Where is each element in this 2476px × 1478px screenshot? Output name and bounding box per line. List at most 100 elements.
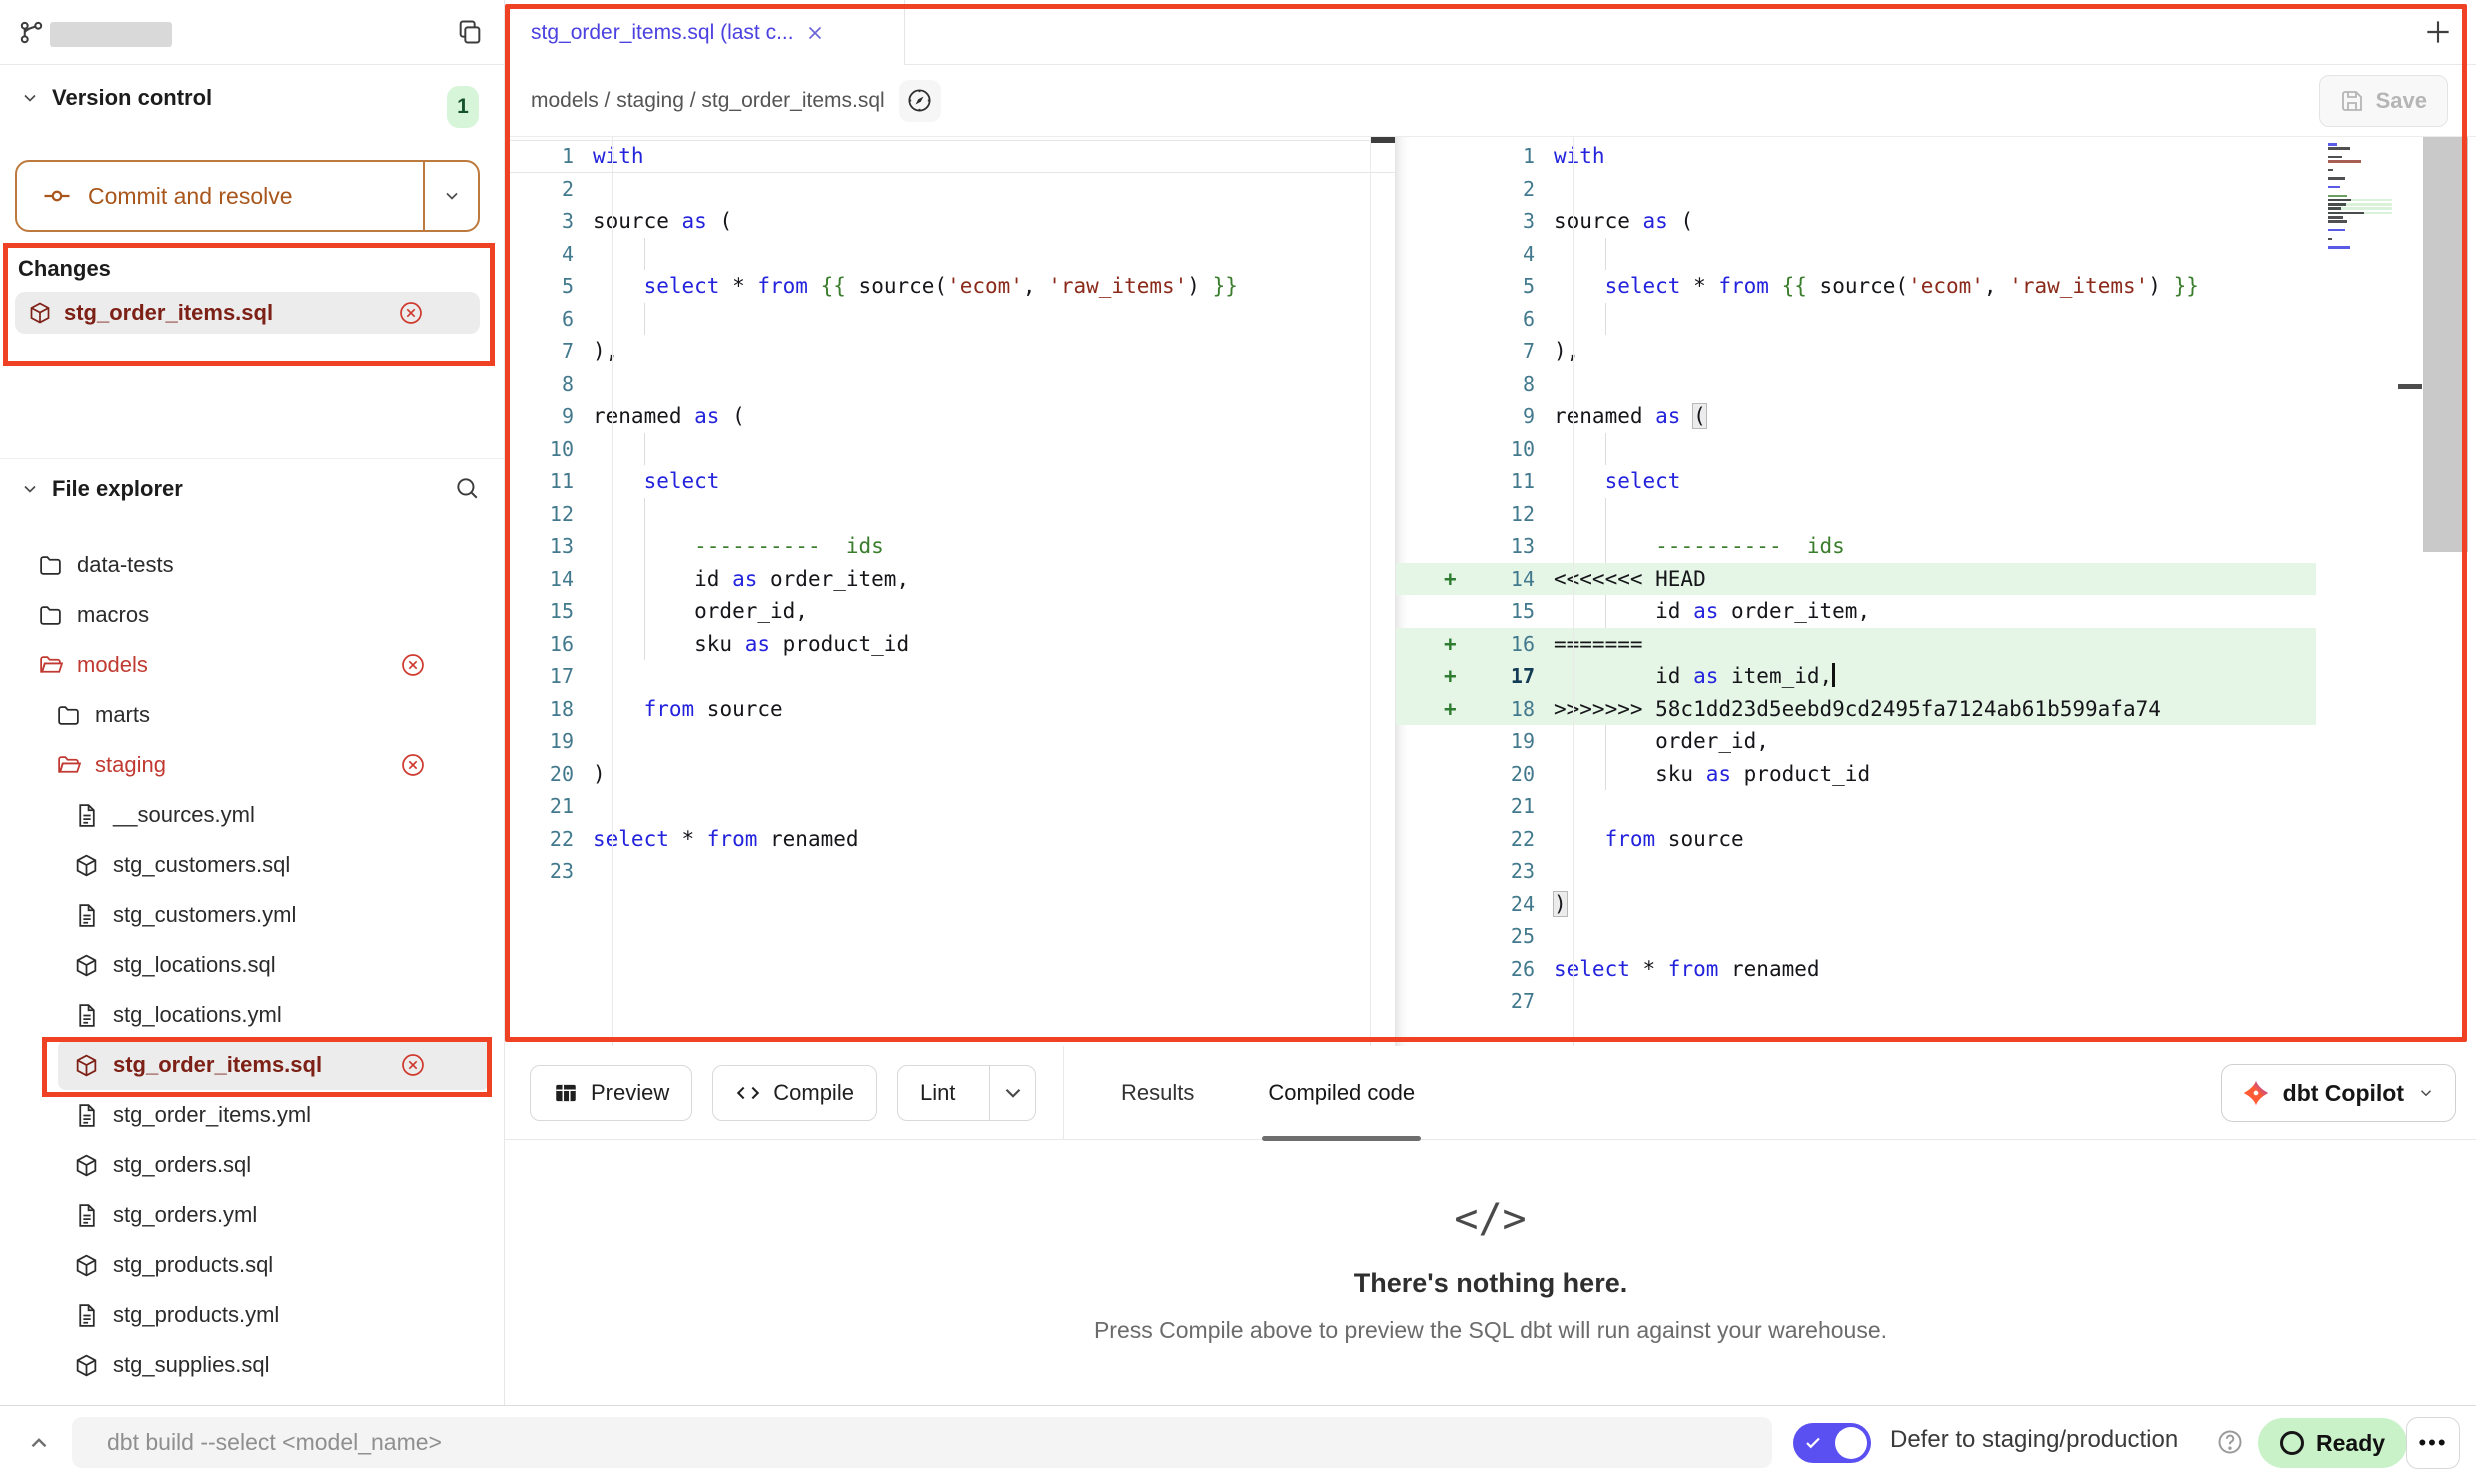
lint-options-chevron[interactable] <box>989 1066 1035 1120</box>
file-item-stg-locations-sql[interactable]: stg_locations.sql <box>0 940 504 990</box>
close-icon[interactable] <box>804 22 826 44</box>
file-item-models[interactable]: models <box>0 640 504 690</box>
tab-stg-order-items[interactable]: stg_order_items.sql (last c... <box>505 0 905 65</box>
file-item-macros[interactable]: macros <box>0 590 504 640</box>
file-item-data-tests[interactable]: data-tests <box>0 540 504 590</box>
file-item-stg-order-items-sql[interactable]: stg_order_items.sql <box>58 1040 490 1090</box>
code-line[interactable]: 22select * from renamed <box>505 823 1395 856</box>
code-line[interactable]: 7), <box>505 335 1395 368</box>
code-line[interactable]: +16======= <box>1396 628 2476 661</box>
code-line[interactable]: 4 <box>505 238 1395 271</box>
file-item-stg-customers-sql[interactable]: stg_customers.sql <box>0 840 504 890</box>
code-line[interactable]: 8 <box>1396 368 2476 401</box>
code-line[interactable]: +17 id as item_id, <box>1396 660 2476 693</box>
minimap[interactable] <box>2328 143 2392 250</box>
code-line[interactable]: 1with <box>505 140 1395 173</box>
more-options-button[interactable]: ••• <box>2406 1417 2460 1469</box>
code-line[interactable]: 19 <box>505 725 1395 758</box>
file-item-staging[interactable]: staging <box>0 740 504 790</box>
code-line[interactable]: 11 select <box>505 465 1395 498</box>
code-line[interactable]: 27 <box>1396 985 2476 1018</box>
dbt-copilot-button[interactable]: dbt Copilot <box>2221 1064 2456 1122</box>
save-button[interactable]: Save <box>2319 75 2448 127</box>
copy-icon[interactable] <box>456 18 484 46</box>
code-line[interactable]: 3source as ( <box>505 205 1395 238</box>
file-item-stg-products-sql[interactable]: stg_products.sql <box>0 1240 504 1290</box>
code-line[interactable]: 5 select * from {{ source('ecom', 'raw_i… <box>1396 270 2476 303</box>
discard-change-icon[interactable] <box>400 1052 426 1078</box>
defer-toggle[interactable] <box>1793 1423 1871 1463</box>
discard-change-icon[interactable] <box>400 752 426 778</box>
file-item-stg-order-items-yml[interactable]: stg_order_items.yml <box>0 1090 504 1140</box>
discard-change-icon[interactable] <box>398 300 424 326</box>
code-line[interactable]: 18 from source <box>505 693 1395 726</box>
tab-results[interactable]: Results <box>1115 1046 1200 1140</box>
scrollbar-thumb[interactable] <box>1371 137 1395 143</box>
file-item-stg-customers-yml[interactable]: stg_customers.yml <box>0 890 504 940</box>
code-line[interactable]: 14 id as order_item, <box>505 563 1395 596</box>
code-line[interactable]: 20 sku as product_id <box>1396 758 2476 791</box>
file-item-marts[interactable]: marts <box>0 690 504 740</box>
code-line[interactable]: 1with <box>1396 140 2476 173</box>
code-line[interactable]: +14<<<<<<< HEAD <box>1396 563 2476 596</box>
code-pane-left[interactable]: 1with23source as (45 select * from {{ so… <box>505 137 1395 1046</box>
code-line[interactable]: 3source as ( <box>1396 205 2476 238</box>
changed-file-row[interactable]: stg_order_items.sql <box>15 292 480 334</box>
file-explorer-header[interactable]: File explorer <box>0 459 504 519</box>
commit-options-chevron[interactable] <box>423 162 478 230</box>
code-line[interactable]: 9renamed as ( <box>1396 400 2476 433</box>
file-item-stg-orders-sql[interactable]: stg_orders.sql <box>0 1140 504 1190</box>
code-line[interactable]: 6 <box>505 303 1395 336</box>
code-line[interactable]: 9renamed as ( <box>505 400 1395 433</box>
code-line[interactable]: 8 <box>505 368 1395 401</box>
code-line[interactable]: 17 <box>505 660 1395 693</box>
scrollbar-thumb[interactable] <box>2423 137 2468 552</box>
code-line[interactable]: 5 select * from {{ source('ecom', 'raw_i… <box>505 270 1395 303</box>
code-line[interactable]: 10 <box>505 433 1395 466</box>
code-line[interactable]: 7), <box>1396 335 2476 368</box>
file-item-stg-locations-yml[interactable]: stg_locations.yml <box>0 990 504 1040</box>
code-line[interactable]: 15 order_id, <box>505 595 1395 628</box>
lint-button[interactable]: Lint <box>897 1065 1036 1121</box>
code-line[interactable]: 25 <box>1396 920 2476 953</box>
code-line[interactable]: 16 sku as product_id <box>505 628 1395 661</box>
file-item-stg-products-yml[interactable]: stg_products.yml <box>0 1290 504 1340</box>
expand-command-bar-icon[interactable] <box>26 1430 52 1456</box>
command-input[interactable] <box>72 1417 1772 1468</box>
code-line[interactable]: 2 <box>505 173 1395 206</box>
tab-compiled-code[interactable]: Compiled code <box>1262 1046 1421 1140</box>
preview-button[interactable]: Preview <box>530 1065 692 1121</box>
discard-change-icon[interactable] <box>400 652 426 678</box>
commit-and-resolve-button[interactable]: Commit and resolve <box>15 160 480 232</box>
compile-button[interactable]: Compile <box>712 1065 877 1121</box>
help-icon[interactable] <box>2216 1428 2244 1456</box>
scrollbar-track[interactable] <box>1370 137 1371 1046</box>
new-tab-plus-icon[interactable] <box>2422 16 2454 48</box>
code-pane-right[interactable]: 1with23source as (45 select * from {{ so… <box>1395 137 2476 1046</box>
code-line[interactable]: 23 <box>1396 855 2476 888</box>
file-item-stg-supplies-sql[interactable]: stg_supplies.sql <box>0 1340 504 1390</box>
code-line[interactable]: 23 <box>505 855 1395 888</box>
code-line[interactable]: +18>>>>>>> 58c1dd23d5eebd9cd2495fa7124ab… <box>1396 693 2476 726</box>
code-line[interactable]: 12 <box>505 498 1395 531</box>
code-line[interactable]: 26select * from renamed <box>1396 953 2476 986</box>
search-icon[interactable] <box>454 475 480 501</box>
code-line[interactable]: 2 <box>1396 173 2476 206</box>
file-item--sources-yml[interactable]: __sources.yml <box>0 790 504 840</box>
code-line[interactable]: 22 from source <box>1396 823 2476 856</box>
code-line[interactable]: 21 <box>505 790 1395 823</box>
file-item-stg-orders-yml[interactable]: stg_orders.yml <box>0 1190 504 1240</box>
code-line[interactable]: 19 order_id, <box>1396 725 2476 758</box>
code-line[interactable]: 6 <box>1396 303 2476 336</box>
code-line[interactable]: 24) <box>1396 888 2476 921</box>
code-line[interactable]: 10 <box>1396 433 2476 466</box>
lineage-compass-button[interactable] <box>899 80 941 122</box>
code-line[interactable]: 11 select <box>1396 465 2476 498</box>
code-line[interactable]: 20) <box>505 758 1395 791</box>
code-line[interactable]: 13 ---------- ids <box>505 530 1395 563</box>
version-control-header[interactable]: Version control <box>0 75 504 121</box>
code-line[interactable]: 12 <box>1396 498 2476 531</box>
code-line[interactable]: 13 ---------- ids <box>1396 530 2476 563</box>
code-line[interactable]: 15 id as order_item, <box>1396 595 2476 628</box>
code-line[interactable]: 4 <box>1396 238 2476 271</box>
